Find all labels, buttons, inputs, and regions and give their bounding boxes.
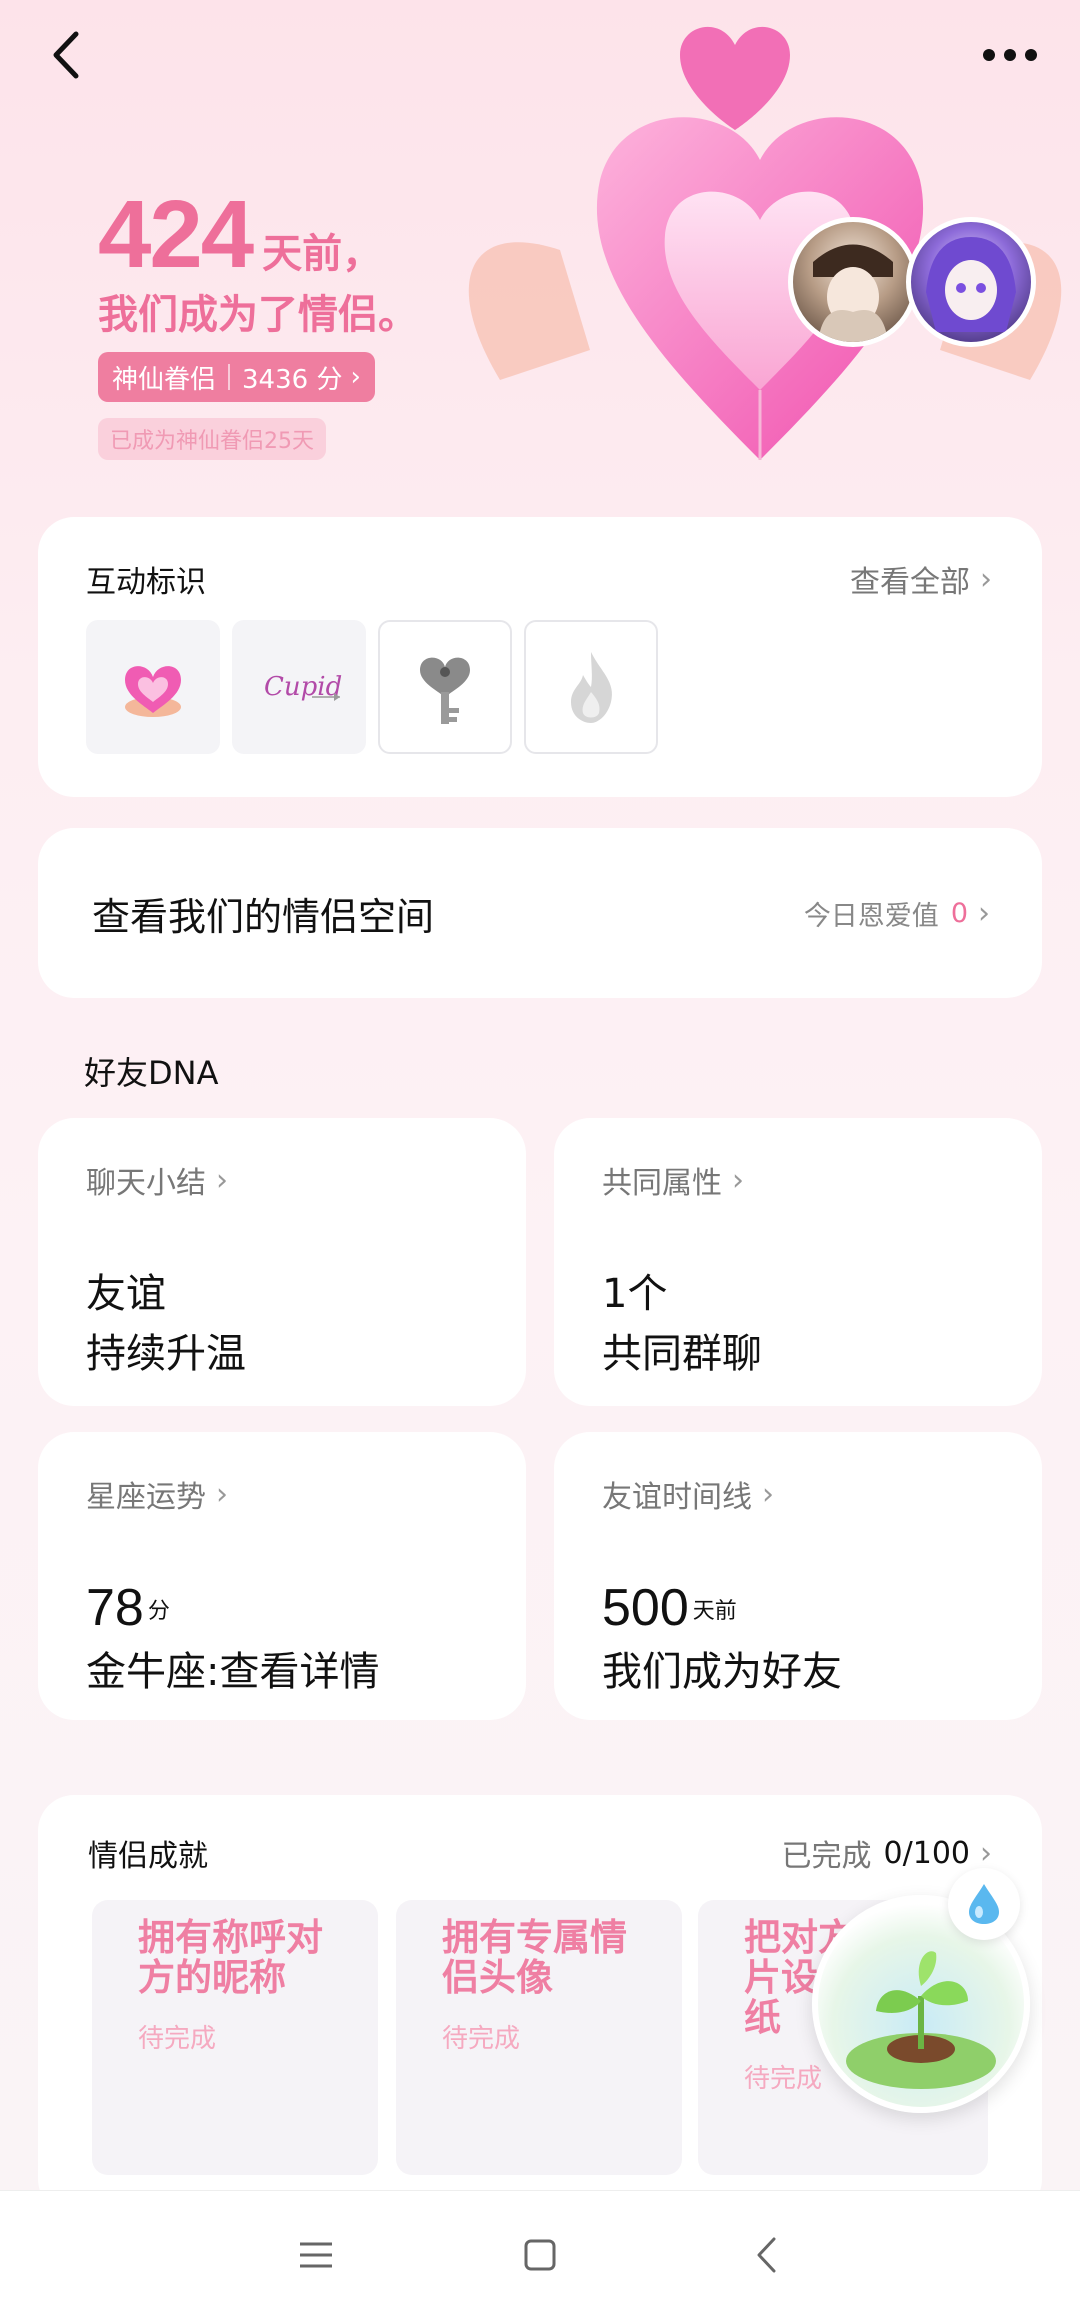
- avatar-partner[interactable]: [906, 217, 1036, 347]
- horoscope-score-number: 78: [86, 1579, 144, 1637]
- chevron-right-icon: ›: [980, 1835, 992, 1871]
- nav-home-button[interactable]: [490, 2205, 590, 2305]
- today-love-label: 今日恩爱值: [803, 900, 939, 932]
- chat-summary-card[interactable]: 聊天小结 › 友谊 持续升温: [38, 1118, 526, 1406]
- achievement-tile[interactable]: 拥有专属情侣头像 待完成: [396, 1900, 682, 2175]
- days-number: 424: [98, 181, 254, 288]
- view-all-link[interactable]: 查看全部 ›: [850, 557, 992, 601]
- friendship-timeline-label: 友谊时间线: [602, 1480, 752, 1515]
- friend-dna-title: 好友DNA: [84, 1054, 219, 1092]
- interaction-badges-title: 互动标识: [86, 565, 206, 600]
- common-attributes-card[interactable]: 共同属性 › 1个 共同群聊: [554, 1118, 1042, 1406]
- badge-pink-heart[interactable]: [86, 620, 220, 754]
- nav-back-button[interactable]: [716, 2205, 816, 2305]
- pink-heart-gem-icon: [125, 666, 181, 717]
- achievements-title: 情侣成就: [88, 1839, 208, 1874]
- chevron-right-icon: ›: [978, 895, 990, 931]
- chat-summary-head: 聊天小结 ›: [86, 1158, 478, 1202]
- chevron-right-icon: ›: [762, 1476, 774, 1512]
- horoscope-label: 星座运势: [86, 1480, 206, 1515]
- chat-summary-line1: 友谊: [86, 1271, 166, 1317]
- today-love-number: 0: [950, 897, 968, 929]
- chevron-right-icon: ›: [216, 1162, 228, 1198]
- water-drop-button[interactable]: [948, 1868, 1020, 1940]
- avatar-user[interactable]: [788, 217, 918, 347]
- horoscope-score-unit: 分: [147, 1599, 170, 1624]
- achievement-tile[interactable]: 拥有称呼对方的昵称 待完成: [92, 1900, 378, 2175]
- badge-heart-key[interactable]: [378, 620, 512, 754]
- common-attributes-line2: 共同群聊: [602, 1331, 762, 1377]
- friendship-days-unit: 天前: [692, 1599, 737, 1624]
- chat-summary-line2: 持续升温: [86, 1331, 246, 1377]
- friendship-days: 500 天前: [602, 1578, 994, 1642]
- chevron-right-icon: ›: [216, 1476, 228, 1512]
- horoscope-line2: 金牛座:查看详情: [86, 1649, 380, 1695]
- nav-menu-button[interactable]: [266, 2205, 366, 2305]
- menu-icon: [300, 2242, 332, 2268]
- days-counter: 424 天前，: [98, 180, 382, 290]
- cupid-script-icon: Cupid: [264, 672, 342, 702]
- horoscope-head: 星座运势 ›: [86, 1472, 478, 1516]
- achievement-text: 拥有称呼对方的昵称: [138, 1916, 323, 1999]
- flame-icon: [571, 652, 612, 723]
- level-badge[interactable]: 神仙眷侣 3436 分 ›: [98, 352, 375, 402]
- achievements-progress-value: 0/100: [883, 1835, 970, 1871]
- chat-summary-label: 聊天小结: [86, 1166, 206, 1201]
- achievements-progress-label: 已完成: [781, 1839, 872, 1874]
- interaction-badges-card: 互动标识 查看全部 › Cupid: [38, 517, 1042, 797]
- level-score: 3436 分: [242, 364, 343, 395]
- system-nav-bar: [0, 2190, 1080, 2318]
- horoscope-score: 78 分: [86, 1578, 478, 1642]
- chevron-right-icon: ›: [732, 1162, 744, 1198]
- days-unit: 天前，: [262, 231, 383, 277]
- achievement-text: 拥有专属情侣头像: [442, 1916, 627, 1999]
- achievement-status: 待完成: [138, 2024, 217, 2054]
- common-attributes-line1: 1个: [602, 1271, 668, 1317]
- couple-space-title: 查看我们的情侣空间: [92, 894, 435, 939]
- friendship-timeline-line2: 我们成为好友: [602, 1649, 842, 1695]
- chevron-right-icon: ›: [980, 561, 992, 597]
- since-badge: 已成为神仙眷侣25天: [98, 418, 326, 460]
- heart-key-icon: [420, 657, 470, 724]
- badge-flame[interactable]: [524, 620, 658, 754]
- triangle-back-icon: [757, 2237, 776, 2273]
- hero-subtitle: 我们成为了情侣。: [98, 292, 418, 338]
- common-attributes-label: 共同属性: [602, 1166, 722, 1201]
- water-drop-icon: [969, 1884, 999, 1924]
- horoscope-card[interactable]: 星座运势 › 78 分 金牛座:查看详情: [38, 1432, 526, 1720]
- back-button[interactable]: [30, 20, 100, 90]
- friendship-timeline-card[interactable]: 友谊时间线 › 500 天前 我们成为好友: [554, 1432, 1042, 1720]
- today-love-value: 今日恩爱值 0 ›: [804, 894, 990, 933]
- achievement-status: 待完成: [442, 2024, 521, 2054]
- square-home-icon: [524, 2239, 556, 2271]
- badge-divider: [228, 364, 231, 390]
- chevron-right-icon: ›: [350, 362, 361, 392]
- view-all-label: 查看全部: [850, 565, 970, 600]
- friendship-days-number: 500: [602, 1579, 689, 1637]
- chevron-left-icon: [53, 31, 79, 79]
- achievements-progress-link[interactable]: 已完成 0/100 ›: [782, 1831, 992, 1875]
- badge-cupid[interactable]: Cupid: [232, 620, 366, 754]
- friendship-timeline-head: 友谊时间线 ›: [602, 1472, 994, 1516]
- common-attributes-head: 共同属性 ›: [602, 1158, 994, 1202]
- level-name: 神仙眷侣: [112, 364, 217, 395]
- couple-space-card[interactable]: 查看我们的情侣空间 今日恩爱值 0 ›: [38, 828, 1042, 998]
